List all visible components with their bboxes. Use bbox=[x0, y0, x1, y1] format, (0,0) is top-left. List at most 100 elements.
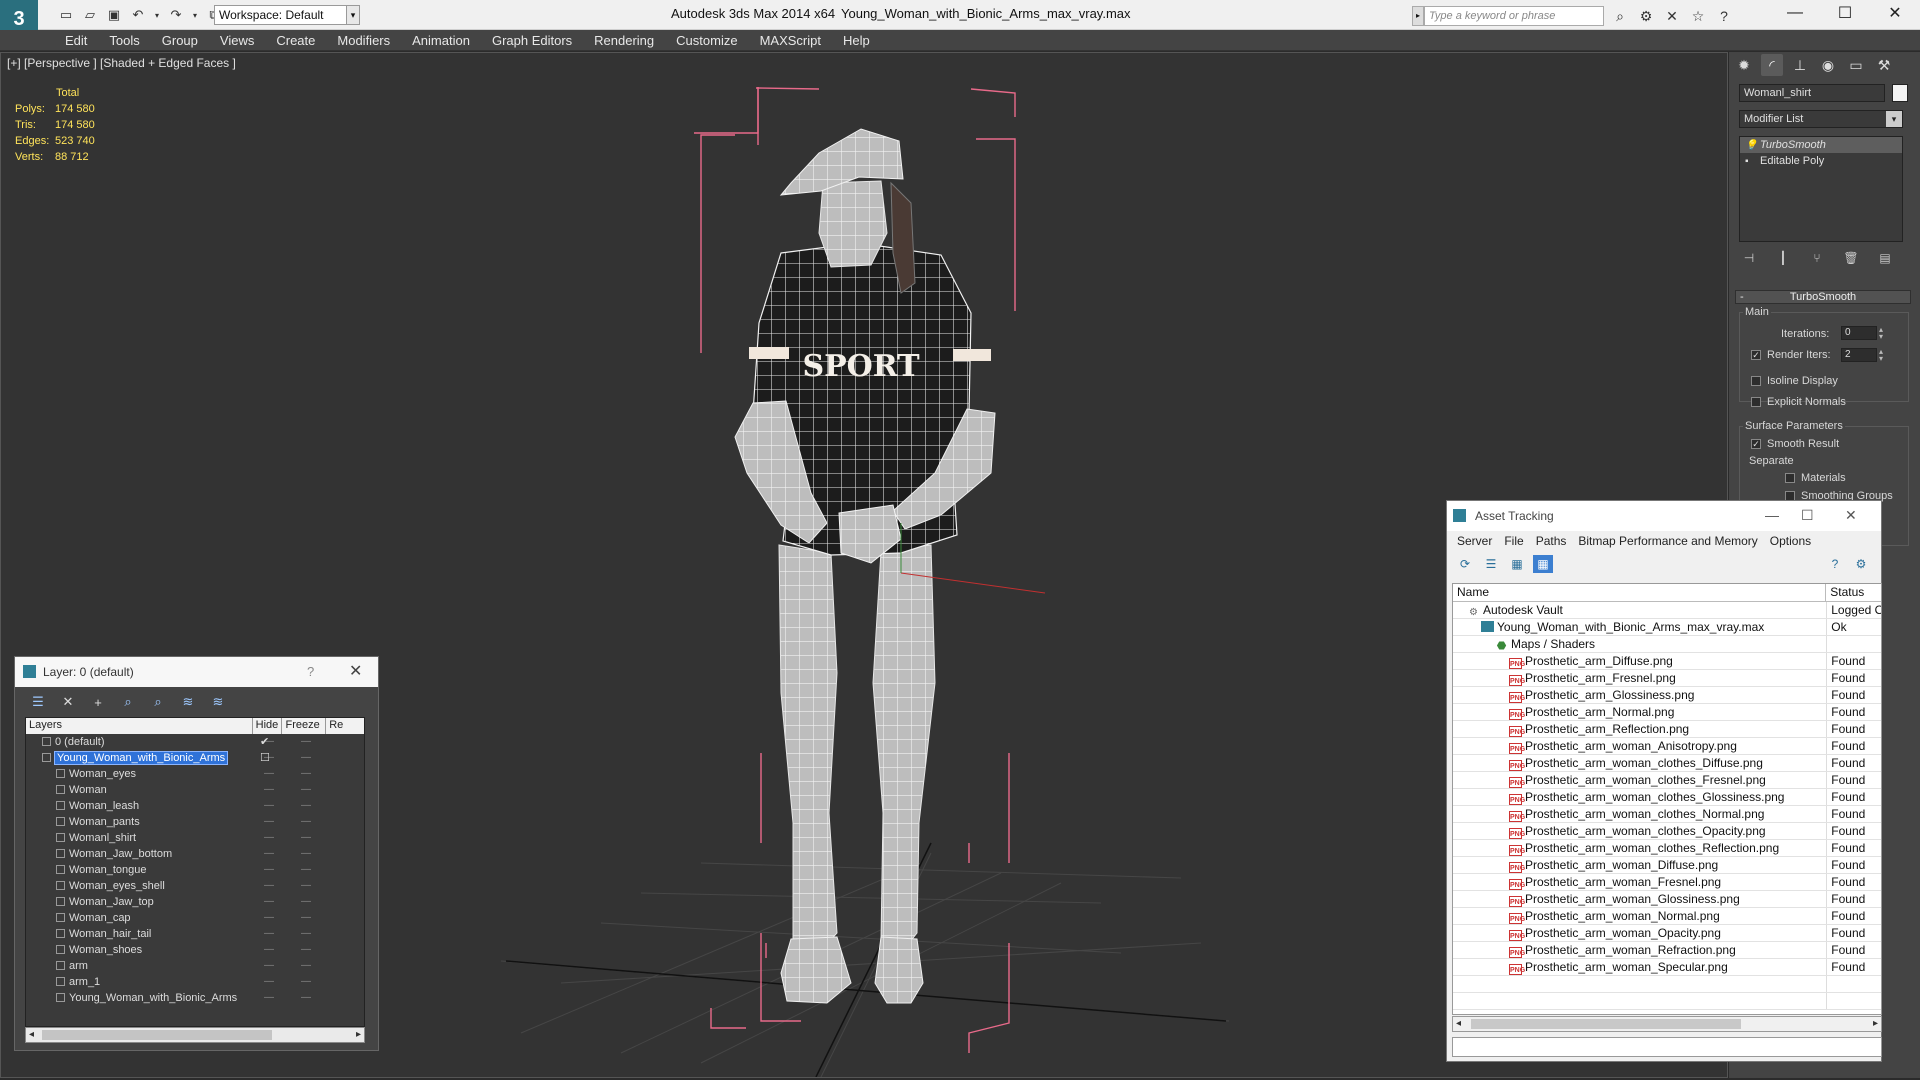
isoline-checkbox[interactable] bbox=[1751, 376, 1761, 386]
close-icon[interactable]: ✕ bbox=[1845, 507, 1857, 524]
current-layer-check-icon[interactable]: ✔ bbox=[260, 734, 269, 750]
hide-toggle[interactable]: — bbox=[254, 974, 284, 990]
scroll-left-icon[interactable]: ◂ bbox=[29, 1028, 34, 1042]
subscription-icon[interactable]: ⚙ bbox=[1636, 6, 1656, 26]
asset-row[interactable]: PNGProsthetic_arm_Reflection.png Found bbox=[1453, 721, 1881, 738]
select-layer-icon[interactable]: ⌕ bbox=[147, 693, 169, 711]
column-freeze[interactable]: Freeze bbox=[282, 718, 327, 734]
workspace-dropdown[interactable]: Workspace: Default ▾ bbox=[214, 5, 360, 25]
iterations-spinner[interactable]: 0 bbox=[1841, 326, 1877, 340]
hide-toggle[interactable]: — bbox=[254, 942, 284, 958]
hide-toggle[interactable]: — bbox=[254, 894, 284, 910]
freeze-toggle[interactable]: — bbox=[284, 766, 328, 782]
asset-row[interactable]: PNGProsthetic_arm_woman_Opacity.png Found bbox=[1453, 925, 1881, 942]
menu-rendering[interactable]: Rendering bbox=[583, 32, 665, 49]
menu-animation[interactable]: Animation bbox=[401, 32, 481, 49]
toolbar-expand-button[interactable]: ▾ bbox=[346, 5, 360, 25]
hide-toggle[interactable]: — bbox=[254, 990, 284, 1006]
help-icon[interactable]: ? bbox=[1825, 555, 1845, 573]
freeze-toggle[interactable]: — bbox=[284, 878, 328, 894]
menu-tools[interactable]: Tools bbox=[98, 32, 150, 49]
menu-server[interactable]: Server bbox=[1451, 531, 1498, 553]
layer-row[interactable]: Woman_Jaw_top — — bbox=[26, 894, 364, 910]
lightbulb-icon[interactable]: 💡 bbox=[1745, 138, 1757, 154]
menu-views[interactable]: Views bbox=[209, 32, 265, 49]
set-current-checkbox[interactable]: ☐ bbox=[260, 750, 270, 766]
layer-row[interactable]: Woman_leash — — bbox=[26, 798, 364, 814]
layer-row[interactable]: Woman_tongue — — bbox=[26, 862, 364, 878]
select-objects-icon[interactable]: ⌕ bbox=[117, 693, 139, 711]
freeze-toggle[interactable]: — bbox=[284, 894, 328, 910]
binoculars-icon[interactable]: ⌕ bbox=[1610, 6, 1630, 26]
freeze-toggle[interactable]: — bbox=[284, 942, 328, 958]
layer-window-titlebar[interactable]: Layer: 0 (default) ? ✕ bbox=[15, 657, 378, 687]
spinner-arrows-icon[interactable]: ▴ ▾ bbox=[1879, 348, 1883, 363]
layer-row[interactable]: Woman_Jaw_bottom — — bbox=[26, 846, 364, 862]
modify-tab-icon[interactable]: ◜ bbox=[1761, 54, 1783, 76]
hide-toggle[interactable]: — bbox=[254, 798, 284, 814]
layer-row[interactable]: Woman_eyes — — bbox=[26, 766, 364, 782]
freeze-toggle[interactable]: — bbox=[284, 734, 328, 750]
asset-row[interactable]: ⬣ Maps / Shaders bbox=[1453, 636, 1881, 653]
hierarchy-tab-icon[interactable]: ⊥ bbox=[1789, 54, 1811, 76]
freeze-toggle[interactable]: — bbox=[284, 926, 328, 942]
save-icon[interactable]: ▣ bbox=[104, 5, 124, 25]
menu-graph-editors[interactable]: Graph Editors bbox=[481, 32, 583, 49]
asset-row[interactable]: PNGProsthetic_arm_woman_Refraction.png Fo… bbox=[1453, 942, 1881, 959]
freeze-toggle[interactable]: — bbox=[284, 910, 328, 926]
layer-row[interactable]: Woman_hair_tail — — bbox=[26, 926, 364, 942]
help-icon[interactable]: ? bbox=[307, 664, 314, 679]
asset-row[interactable]: PNGProsthetic_arm_Fresnel.png Found bbox=[1453, 670, 1881, 687]
hide-toggle[interactable]: — bbox=[254, 846, 284, 862]
column-layers[interactable]: Layers bbox=[26, 718, 253, 734]
asset-row[interactable]: PNGProsthetic_arm_woman_Fresnel.png Found bbox=[1453, 874, 1881, 891]
layer-row[interactable]: Woman_cap — — bbox=[26, 910, 364, 926]
layer-row[interactable]: 0 (default) — — ✔ bbox=[26, 734, 364, 750]
asset-row[interactable]: ⚙ Autodesk Vault Logged O bbox=[1453, 602, 1881, 619]
close-icon[interactable]: ✕ bbox=[349, 661, 362, 681]
stack-item-turbosmooth[interactable]: 💡 TurboSmooth bbox=[1740, 137, 1902, 153]
new-file-icon[interactable]: ▭ bbox=[56, 5, 76, 25]
create-tab-icon[interactable]: ✹ bbox=[1733, 54, 1755, 76]
layer-row[interactable]: Woman_pants — — bbox=[26, 814, 364, 830]
spinner-arrows-icon[interactable]: ▴ ▾ bbox=[1879, 326, 1883, 341]
smooth-result-checkbox[interactable]: ✓ bbox=[1751, 439, 1761, 449]
asset-row[interactable]: PNGProsthetic_arm_woman_clothes_Opacity.… bbox=[1453, 823, 1881, 840]
menu-group[interactable]: Group bbox=[151, 32, 209, 49]
open-file-icon[interactable]: ▱ bbox=[80, 5, 100, 25]
scroll-right-icon[interactable]: ▸ bbox=[1873, 1017, 1878, 1031]
configure-sets-icon[interactable]: ▤ bbox=[1875, 248, 1895, 268]
minimize-icon[interactable]: — bbox=[1770, 0, 1820, 26]
redo-dropdown-icon[interactable]: ▾ bbox=[190, 5, 200, 25]
layer-horizontal-scrollbar[interactable]: ◂ ▸ bbox=[25, 1027, 365, 1043]
viewport-label[interactable]: [+] [Perspective ] [Shaded + Edged Faces… bbox=[7, 56, 236, 70]
explicit-normals-checkbox[interactable] bbox=[1751, 397, 1761, 407]
freeze-toggle[interactable]: — bbox=[284, 782, 328, 798]
redo-icon[interactable]: ↷ bbox=[166, 5, 186, 25]
menu-modifiers[interactable]: Modifiers bbox=[326, 32, 401, 49]
asset-row[interactable]: Young_Woman_with_Bionic_Arms_max_vray.ma… bbox=[1453, 619, 1881, 636]
column-render[interactable]: Re bbox=[326, 718, 364, 734]
asset-tracking-titlebar[interactable]: Asset Tracking — ☐ ✕ bbox=[1447, 501, 1881, 531]
expand-plus-icon[interactable]: ▪ bbox=[1745, 154, 1749, 170]
layer-row[interactable]: Woman_shoes — — bbox=[26, 942, 364, 958]
maximize-icon[interactable]: ☐ bbox=[1820, 0, 1870, 26]
menu-customize[interactable]: Customize bbox=[665, 32, 748, 49]
pin-stack-icon[interactable]: ⊣ bbox=[1739, 248, 1759, 268]
menu-file[interactable]: File bbox=[1498, 531, 1529, 553]
menu-bitmap-performance[interactable]: Bitmap Performance and Memory bbox=[1572, 531, 1763, 553]
freeze-toggle[interactable]: — bbox=[284, 798, 328, 814]
layer-row[interactable]: arm — — bbox=[26, 958, 364, 974]
hide-toggle[interactable]: — bbox=[254, 862, 284, 878]
column-status[interactable]: Status bbox=[1826, 584, 1881, 601]
scroll-right-icon[interactable]: ▸ bbox=[356, 1028, 361, 1042]
show-end-result-icon[interactable]: ┃ bbox=[1773, 248, 1793, 268]
layer-row[interactable]: Womanl_shirt — — bbox=[26, 830, 364, 846]
communication-icon[interactable]: ✕ bbox=[1662, 6, 1682, 26]
materials-checkbox[interactable] bbox=[1785, 473, 1795, 483]
menu-maxscript[interactable]: MAXScript bbox=[749, 32, 832, 49]
layer-row[interactable]: Woman — — bbox=[26, 782, 364, 798]
asset-row[interactable]: PNGProsthetic_arm_woman_clothes_Normal.p… bbox=[1453, 806, 1881, 823]
stack-item-editable-poly[interactable]: ▪ Editable Poly bbox=[1740, 153, 1902, 169]
object-color-swatch[interactable] bbox=[1892, 84, 1908, 102]
